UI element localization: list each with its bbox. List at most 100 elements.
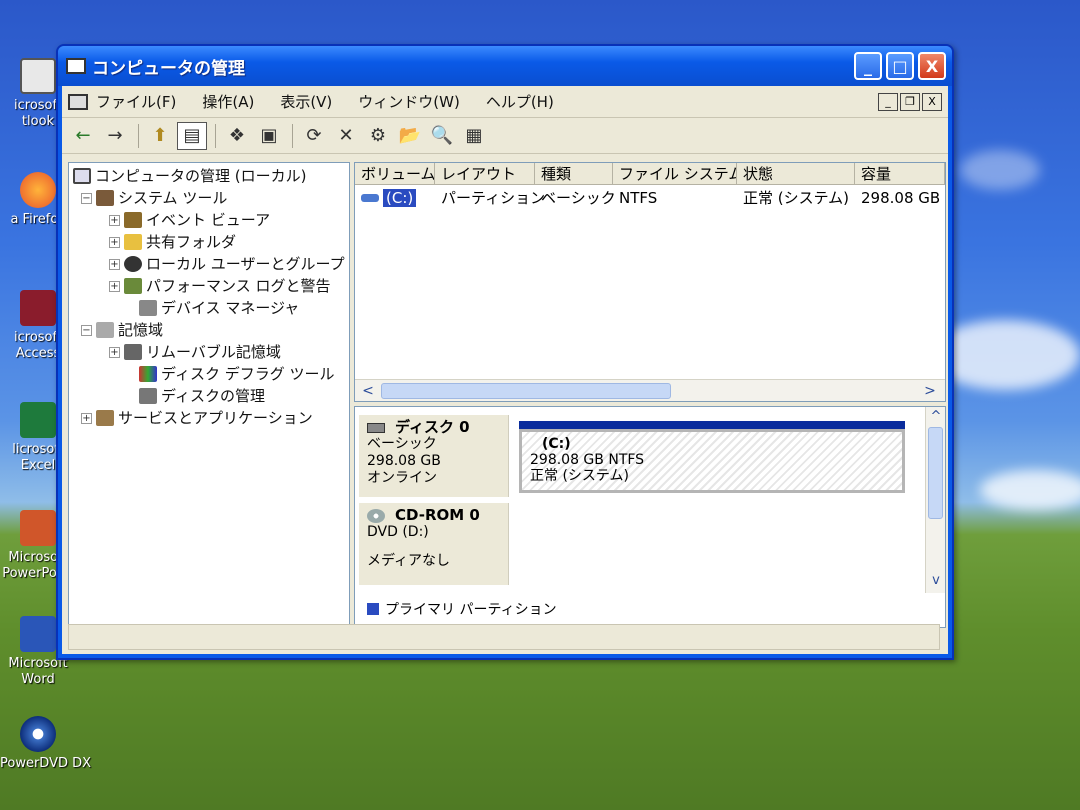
close-button[interactable]: X [918, 52, 946, 80]
disk-management-icon [139, 388, 157, 404]
partition-bar [519, 421, 905, 429]
volume-list[interactable]: ボリューム レイアウト 種類 ファイル システム 状態 容量 (C:) パーティ… [354, 162, 946, 402]
up-folder-button[interactable]: ⬆ [145, 122, 175, 150]
desktop-icon-powerdvd[interactable]: PowerDVD DX [0, 716, 91, 772]
type-cell: ベーシック [541, 189, 616, 207]
tree-item-local-users[interactable]: + ローカル ユーザーとグループ [109, 253, 345, 275]
hard-disk-icon [367, 422, 385, 433]
tree-item-storage[interactable]: − 記憶域 [81, 319, 163, 341]
cdrom-0-label[interactable]: CD-ROM 0 DVD (D:) メディアなし [359, 503, 509, 585]
toolbar-separator [292, 123, 293, 148]
tree-item-device-manager[interactable]: デバイス マネージャ [139, 297, 299, 319]
scroll-right-button[interactable]: > [921, 382, 939, 400]
menu-window[interactable]: ウィンドウ(W) [358, 91, 460, 112]
expand-toggle[interactable]: + [109, 346, 120, 358]
table-row[interactable]: (C:) パーティション ベーシック NTFS 正常 (システム) 298.08… [355, 187, 945, 209]
column-status[interactable]: 状態 [737, 163, 855, 184]
menu-bar: ファイル(F) 操作(A) 表示(V) ウィンドウ(W) ヘルプ(H) _ ❐ … [62, 86, 948, 118]
collapse-toggle[interactable]: − [81, 324, 92, 336]
primary-partition-swatch [367, 603, 379, 615]
horizontal-scrollbar[interactable]: < > [355, 379, 945, 401]
maximize-button[interactable]: □ [886, 52, 914, 80]
vertical-scrollbar[interactable]: ^ v [925, 407, 945, 593]
menu-file[interactable]: ファイル(F) [96, 91, 176, 112]
menu-view[interactable]: 表示(V) [280, 91, 332, 112]
tree-item-removable-storage[interactable]: + リムーバブル記憶域 [109, 341, 281, 363]
tree-item-services-apps[interactable]: + サービスとアプリケーション [81, 407, 313, 429]
scroll-up-button[interactable]: ^ [927, 409, 945, 427]
settings-button[interactable]: ⚙ [363, 122, 393, 150]
column-filesystem[interactable]: ファイル システム [613, 163, 737, 184]
back-button[interactable]: ← [68, 122, 98, 150]
open-folder-button[interactable]: 📂 [395, 122, 425, 150]
legend: プライマリ パーティション [367, 599, 557, 619]
column-capacity[interactable]: 容量 [855, 163, 945, 184]
disk-0-type: ベーシック [367, 436, 437, 452]
access-icon [20, 290, 56, 326]
device-manager-icon [139, 300, 157, 316]
expand-toggle[interactable]: + [109, 280, 120, 292]
legend-primary-partition: プライマリ パーティション [385, 602, 557, 618]
expand-toggle[interactable]: + [109, 236, 120, 248]
expand-toggle[interactable]: + [109, 258, 120, 270]
menu-action[interactable]: 操作(A) [202, 91, 254, 112]
column-layout[interactable]: レイアウト [435, 163, 535, 184]
minimize-button[interactable]: _ [854, 52, 882, 80]
collapse-toggle[interactable]: − [81, 192, 92, 204]
disk-0-size: 298.08 GB [367, 453, 441, 469]
disk-0-label[interactable]: ディスク 0 ベーシック 298.08 GB オンライン [359, 415, 509, 497]
tree-item-system-tools[interactable]: − システム ツール [81, 187, 227, 209]
refresh-button[interactable]: ⟳ [299, 122, 329, 150]
tree-item-root[interactable]: コンピュータの管理 (ローカル) [73, 165, 306, 187]
title-bar[interactable]: コンピュータの管理 _ □ X [58, 46, 952, 86]
scroll-thumb[interactable] [381, 383, 671, 399]
status-bar [68, 624, 940, 650]
toolbar-separator [138, 123, 139, 148]
scroll-thumb[interactable] [928, 427, 943, 519]
disk-0-status: オンライン [367, 470, 437, 486]
tools-icon [96, 190, 114, 206]
computer-icon [73, 168, 91, 184]
mdi-minimize-button[interactable]: _ [878, 92, 898, 111]
export-button[interactable]: ▦ [459, 122, 489, 150]
volume-c-status: 正常 (システム) [530, 468, 629, 484]
scroll-left-button[interactable]: < [359, 382, 377, 400]
column-volume[interactable]: ボリューム [355, 163, 435, 184]
tree-item-performance-logs[interactable]: + パフォーマンス ログと警告 [109, 275, 330, 297]
column-type[interactable]: 種類 [535, 163, 613, 184]
cdrom-icon [367, 508, 385, 523]
system-menu-icon[interactable] [68, 93, 88, 110]
cdrom-0-type: DVD (D:) [367, 524, 429, 540]
delete-button[interactable]: ✕ [331, 122, 361, 150]
volume-c-block[interactable]: (C:) 298.08 GB NTFS 正常 (システム) [519, 429, 905, 493]
disk-map-pane[interactable]: ディスク 0 ベーシック 298.08 GB オンライン (C:) 298.08… [354, 406, 946, 628]
volume-c-detail: 298.08 GB NTFS [530, 452, 645, 468]
properties-button[interactable]: ❖ [222, 122, 252, 150]
powerpoint-icon [20, 510, 56, 546]
mdi-close-button[interactable]: X [922, 92, 942, 111]
show-tree-button[interactable]: ▤ [177, 121, 207, 150]
search-button[interactable]: 🔍 [427, 122, 457, 150]
cdrom-0-media: メディアなし [367, 553, 451, 569]
filesystem-cell: NTFS [619, 189, 658, 207]
storage-icon [96, 322, 114, 338]
mdi-restore-button[interactable]: ❐ [900, 92, 920, 111]
tree-item-event-viewer[interactable]: + イベント ビューア [109, 209, 270, 231]
tree-item-defrag[interactable]: ディスク デフラグ ツール [139, 363, 335, 385]
view-button[interactable]: ▣ [254, 122, 284, 150]
tree-item-shared-folders[interactable]: + 共有フォルダ [109, 231, 236, 253]
tree-item-disk-management[interactable]: ディスクの管理 [139, 385, 265, 407]
toolbar: ← → ⬆ ▤ ❖ ▣ ⟳ ✕ ⚙ 📂 🔍 ▦ [62, 118, 948, 154]
forward-button[interactable]: → [100, 122, 130, 150]
menu-help[interactable]: ヘルプ(H) [486, 91, 554, 112]
performance-icon [124, 278, 142, 294]
expand-toggle[interactable]: + [109, 214, 120, 226]
event-viewer-icon [124, 212, 142, 228]
mdi-controls: _ ❐ X [878, 92, 942, 111]
shared-folder-icon [124, 234, 142, 250]
console-tree[interactable]: コンピュータの管理 (ローカル) − システム ツール + イベント ビューア … [68, 162, 350, 628]
expand-toggle[interactable]: + [81, 412, 92, 424]
defrag-icon [139, 366, 157, 382]
capacity-cell: 298.08 GB [861, 189, 941, 207]
scroll-down-button[interactable]: v [927, 573, 945, 591]
